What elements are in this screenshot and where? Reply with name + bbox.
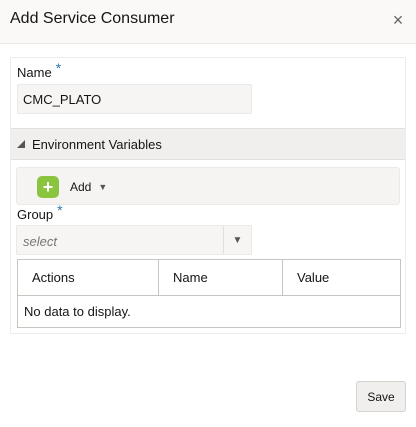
name-required-marker: * bbox=[55, 60, 62, 76]
name-label: Name bbox=[17, 65, 52, 80]
close-icon: × bbox=[392, 9, 404, 30]
table-row: No data to display. bbox=[17, 295, 401, 328]
environment-variables-section-header[interactable]: Environment Variables bbox=[11, 128, 405, 160]
close-button[interactable]: × bbox=[386, 9, 410, 31]
save-button[interactable]: Save bbox=[356, 381, 406, 412]
name-input-value: CMC_PLATO bbox=[23, 91, 102, 107]
group-required-marker: * bbox=[57, 202, 63, 218]
form-panel: Name * CMC_PLATO Environment Variables + … bbox=[10, 57, 406, 334]
table-header-row: Actions Name Value bbox=[17, 259, 401, 296]
dialog-header: Add Service Consumer × bbox=[0, 0, 416, 44]
group-label: Group bbox=[17, 207, 54, 222]
env-toolbar: + Add ▼ bbox=[16, 167, 400, 205]
group-select[interactable]: select ▼ bbox=[16, 225, 252, 255]
plus-icon: + bbox=[37, 176, 59, 198]
environment-variables-title: Environment Variables bbox=[32, 136, 162, 152]
name-label-row: Name * bbox=[17, 60, 61, 80]
triangle-down-icon bbox=[17, 140, 25, 148]
add-button-label: Add bbox=[70, 180, 92, 194]
empty-table-message: No data to display. bbox=[17, 295, 401, 328]
group-label-row: Group * bbox=[17, 202, 63, 222]
caret-down-icon: ▼ bbox=[98, 182, 108, 192]
name-input[interactable]: CMC_PLATO bbox=[17, 84, 252, 114]
add-button[interactable]: + Add ▼ bbox=[37, 175, 107, 199]
add-service-consumer-dialog: Add Service Consumer × Name * CMC_PLATO E… bbox=[0, 0, 416, 427]
group-select-placeholder: select bbox=[23, 234, 57, 249]
column-header-actions[interactable]: Actions bbox=[17, 259, 159, 296]
dialog-title: Add Service Consumer bbox=[10, 10, 175, 27]
environment-variables-table: Actions Name Value No data to display. bbox=[17, 259, 401, 328]
chevron-down-icon[interactable]: ▼ bbox=[223, 226, 251, 254]
column-header-value[interactable]: Value bbox=[282, 259, 401, 296]
column-header-name[interactable]: Name bbox=[158, 259, 283, 296]
